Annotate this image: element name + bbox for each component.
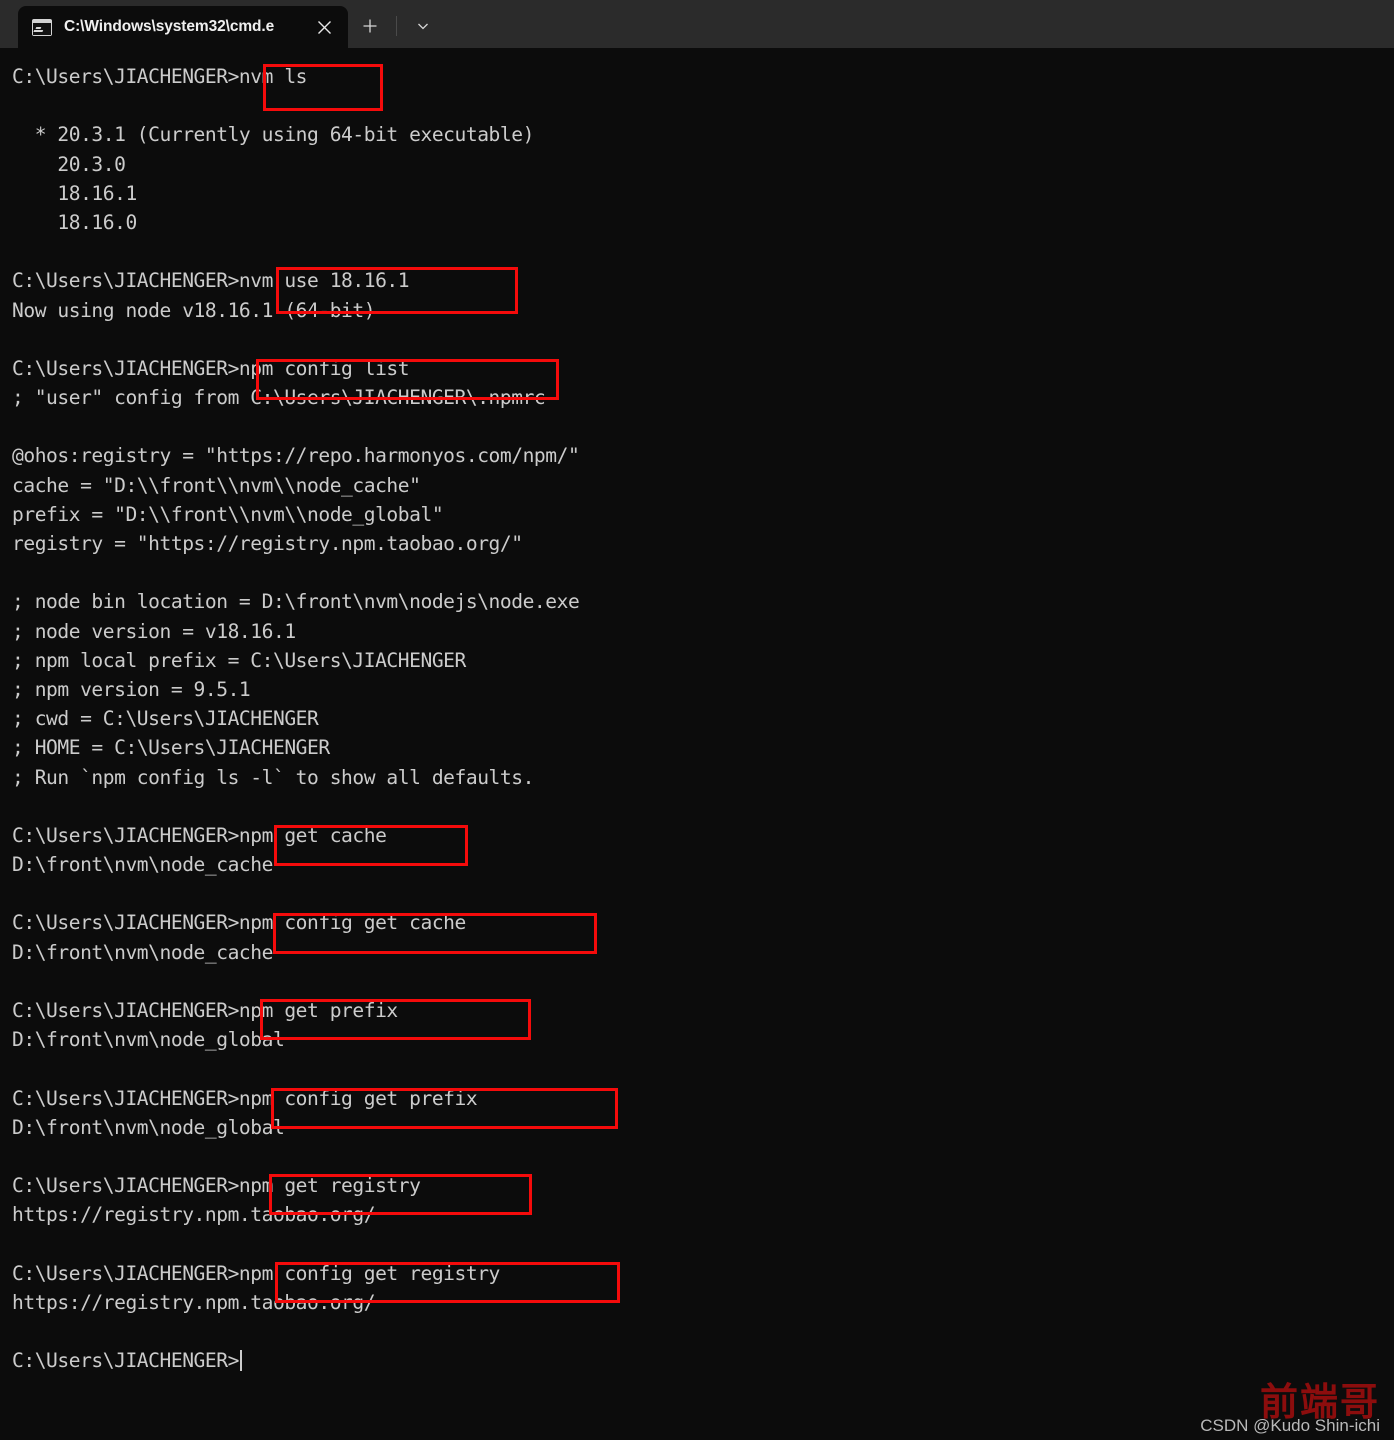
window-titlebar: C:\Windows\system32\cmd.e (0, 0, 1394, 48)
terminal-line: https://registry.npm.taobao.org/ (12, 1203, 376, 1227)
terminal-line: C:\Users\JIACHENGER>npm config get prefi… (12, 1086, 478, 1110)
terminal-line: ; npm local prefix = C:\Users\JIACHENGER (12, 648, 466, 672)
terminal-line: @ohos:registry = "https://repo.harmonyos… (12, 444, 580, 468)
terminal-line: C:\Users\JIACHENGER>nvm use 18.16.1 (12, 269, 410, 293)
titlebar-separator (396, 16, 397, 36)
terminal-line: C:\Users\JIACHENGER>npm config get cache (12, 911, 466, 935)
terminal-line: C:\Users\JIACHENGER>npm config list (12, 356, 410, 380)
terminal-line: * 20.3.1 (Currently using 64-bit executa… (12, 123, 535, 147)
terminal-line: 18.16.0 (12, 210, 137, 234)
terminal-line: 18.16.1 (12, 181, 137, 205)
terminal-line: C:\Users\JIACHENGER>npm config get regis… (12, 1261, 500, 1285)
new-tab-button[interactable] (351, 9, 389, 43)
terminal-line: ; HOME = C:\Users\JIACHENGER (12, 736, 330, 760)
terminal-line: Now using node v18.16.1 (64-bit) (12, 298, 376, 322)
text-cursor (239, 1350, 242, 1372)
terminal-tab[interactable]: C:\Windows\system32\cmd.e (18, 6, 348, 48)
terminal-line: D:\front\nvm\node_global (12, 1115, 285, 1139)
terminal-line: D:\front\nvm\node_cache (12, 940, 273, 964)
terminal-line: ; node bin location = D:\front\nvm\nodej… (12, 590, 580, 614)
chevron-down-icon (418, 23, 428, 30)
terminal-line: C:\Users\JIACHENGER>npm get registry (12, 1174, 421, 1198)
terminal-surface[interactable]: C:\Users\JIACHENGER>nvm ls * 20.3.1 (Cur… (0, 48, 1394, 1440)
terminal-line: D:\front\nvm\node_cache (12, 853, 273, 877)
titlebar-actions (348, 6, 445, 48)
terminal-line: C:\Users\JIACHENGER>npm get prefix (12, 999, 398, 1022)
terminal-output: C:\Users\JIACHENGER>nvm ls * 20.3.1 (Cur… (12, 62, 1394, 1375)
tab-dropdown-button[interactable] (404, 9, 442, 43)
plus-icon (363, 19, 377, 33)
terminal-line: C:\Users\JIACHENGER> (12, 1346, 1394, 1375)
terminal-line: ; npm version = 9.5.1 (12, 677, 251, 701)
cmd-console-icon (32, 18, 52, 36)
terminal-line: C:\Users\JIACHENGER>nvm ls (12, 65, 308, 88)
terminal-line: prefix = "D:\\front\\nvm\\node_global" (12, 502, 444, 526)
watermark: 前端哥 CSDN @Kudo Shin-ichi (1200, 1382, 1380, 1436)
terminal-line: C:\Users\JIACHENGER>npm get cache (12, 823, 387, 847)
terminal-line: cache = "D:\\front\\nvm\\node_cache" (12, 473, 421, 497)
terminal-line: ; node version = v18.16.1 (12, 619, 296, 643)
terminal-line: D:\front\nvm\node_global (12, 1028, 285, 1052)
terminal-line: ; "user" config from C:\Users\JIACHENGER… (12, 386, 546, 410)
terminal-line: 20.3.0 (12, 152, 126, 176)
close-icon[interactable] (310, 13, 338, 41)
terminal-line: ; cwd = C:\Users\JIACHENGER (12, 707, 319, 731)
terminal-line: registry = "https://registry.npm.taobao.… (12, 532, 523, 555)
terminal-line: ; Run `npm config ls -l` to show all def… (12, 765, 534, 789)
terminal-line: https://registry.npm.taobao.org/ (12, 1290, 376, 1314)
watermark-credit: CSDN @Kudo Shin-ichi (1200, 1416, 1380, 1435)
tab-title-label: C:\Windows\system32\cmd.e (64, 18, 275, 35)
